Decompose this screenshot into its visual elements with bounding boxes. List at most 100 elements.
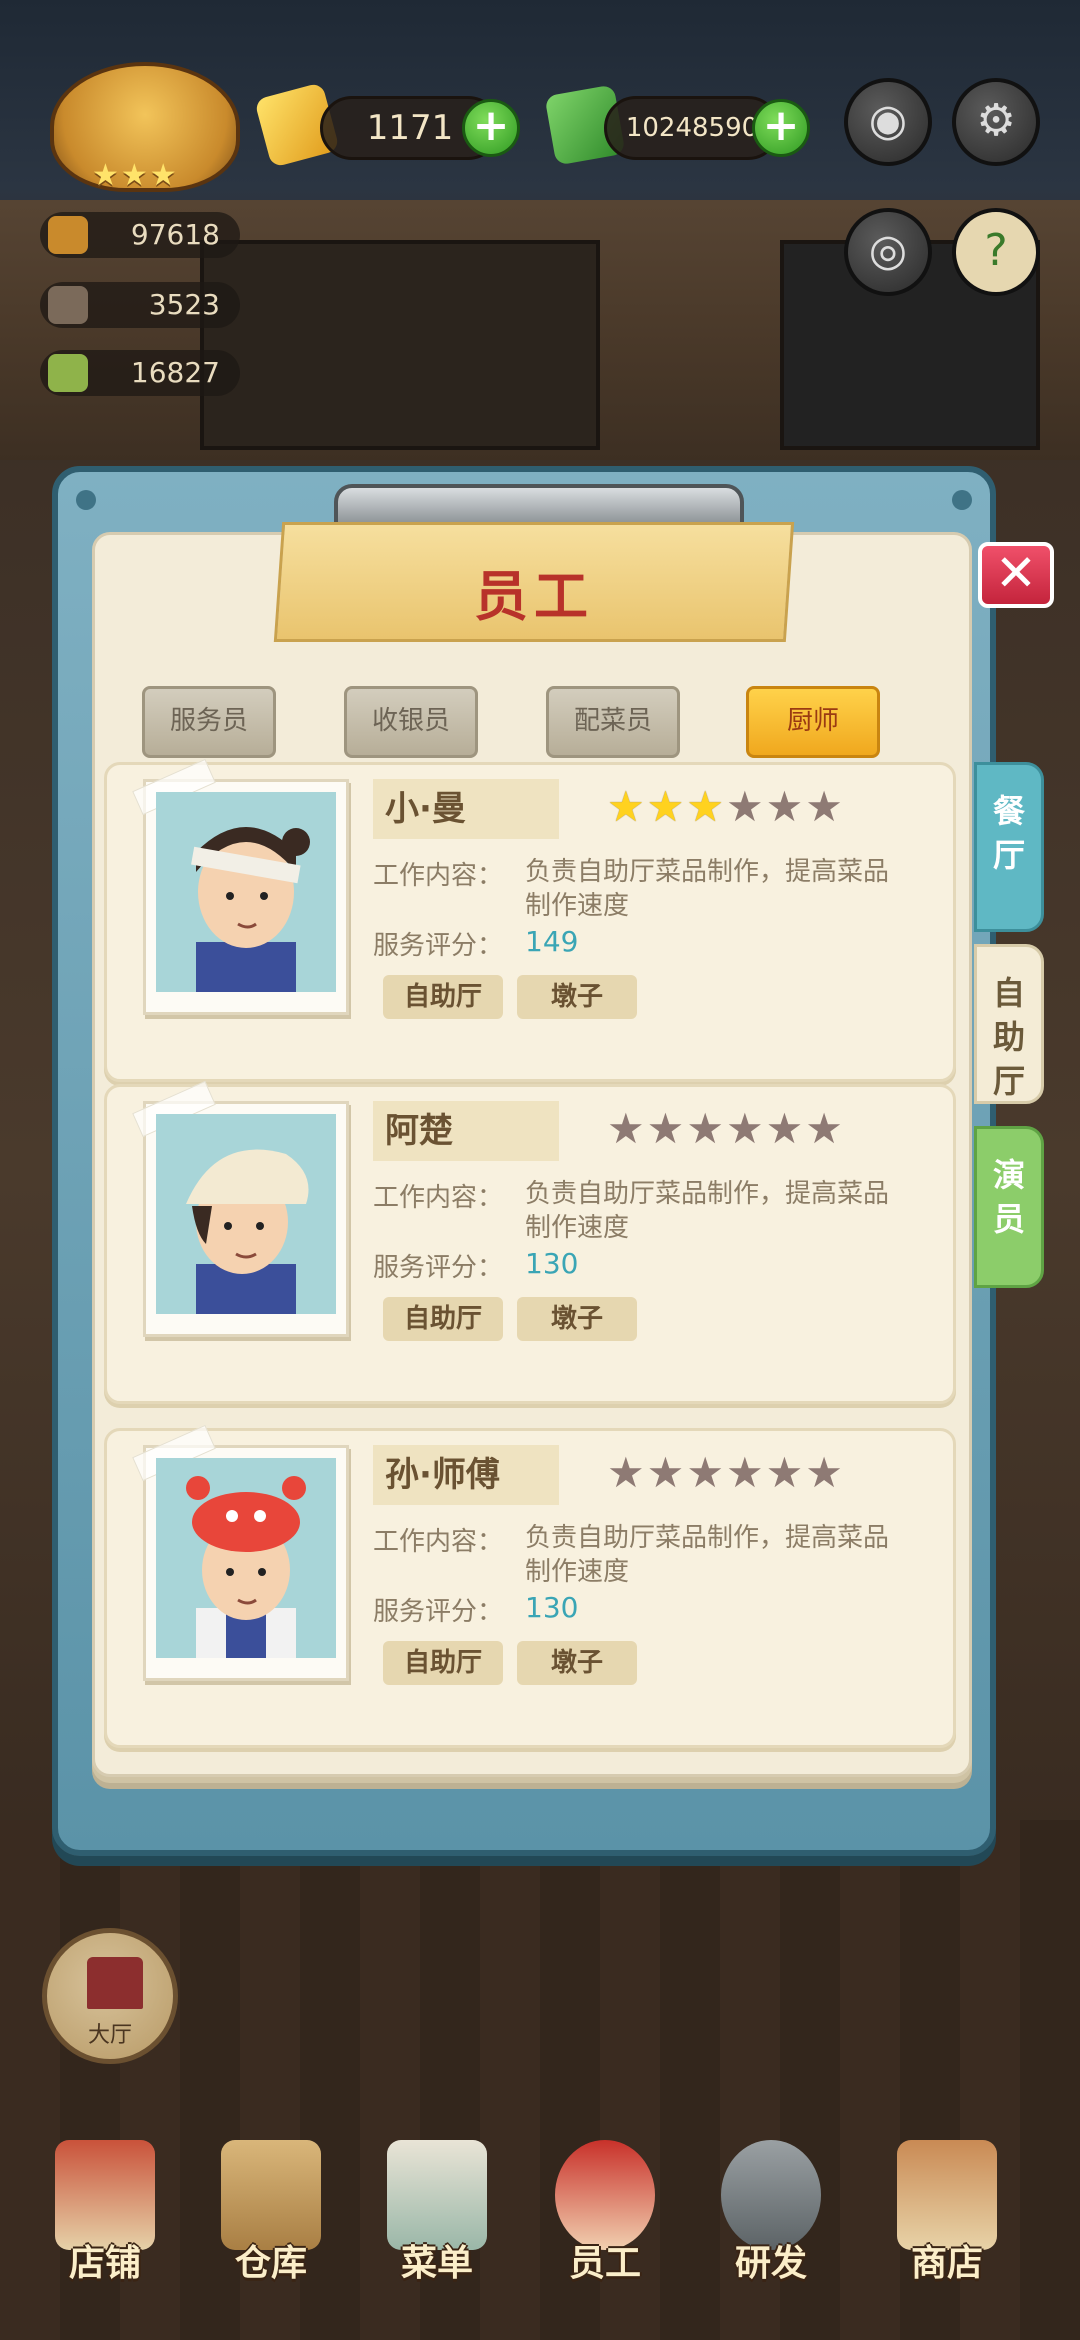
hall-button-label: 大厅 <box>87 2023 132 2048</box>
staff-tag-location: 自助厅 <box>383 1641 503 1685</box>
nav-menu[interactable]: 菜单 <box>362 2130 512 2330</box>
trophy-icon <box>48 216 88 254</box>
stat-value-3: 16827 <box>130 356 220 389</box>
nav-staff[interactable]: 员工 <box>530 2130 680 2330</box>
star-empty-icon: ★ <box>805 1448 845 1497</box>
panel-title: 员工 <box>474 565 594 628</box>
star-empty-icon: ★ <box>686 1104 726 1153</box>
staff-card[interactable]: 阿楚 ★★★★★★ 工作内容： 负责自助厅菜品制作，提高菜品制作速度 服务评分：… <box>104 1080 956 1404</box>
star-empty-icon: ★ <box>686 1448 726 1497</box>
star-filled-icon: ★ <box>686 782 726 831</box>
staff-name: 阿楚 <box>373 1101 559 1161</box>
tab-prep-cook[interactable]: 配菜员 <box>546 686 680 758</box>
service-rating-value: 130 <box>525 1247 579 1280</box>
staff-tag-role: 墩子 <box>517 1297 637 1341</box>
help-book-icon[interactable]: ? <box>952 208 1040 296</box>
gear-icon[interactable]: ⚙ <box>952 78 1040 166</box>
service-rating-value: 149 <box>525 925 579 958</box>
side-tab-restaurant-label: 餐厅 <box>992 792 1025 874</box>
side-tab-performer[interactable]: 演员 <box>974 1126 1044 1288</box>
eye-icon[interactable]: ◎ <box>844 208 932 296</box>
stat-value-2: 3523 <box>148 288 220 321</box>
star-empty-icon: ★ <box>646 1104 687 1153</box>
service-rating-label: 服务评分： <box>373 1253 504 1283</box>
service-rating-label: 服务评分： <box>373 1597 504 1627</box>
board-corner <box>76 490 96 510</box>
staff-portrait <box>156 792 336 992</box>
staff-star-rating: ★★★★★★ <box>607 1105 845 1153</box>
star-empty-icon: ★ <box>607 1448 647 1497</box>
staff-photo-frame <box>132 1080 349 1337</box>
star-filled-icon: ★ <box>646 782 687 831</box>
side-tab-performer-label: 演员 <box>992 1156 1025 1238</box>
add-cash-button[interactable]: + <box>752 99 810 157</box>
staff-tag-location: 自助厅 <box>383 975 503 1019</box>
stat-row-3: 16827 <box>40 350 240 396</box>
dish-icon <box>48 286 88 324</box>
camera-icon[interactable]: ◉ <box>844 78 932 166</box>
stat-value-1: 97618 <box>130 218 220 251</box>
nav-shop-front[interactable]: 店铺 <box>30 2130 180 2330</box>
side-tab-buffet[interactable]: 自助厅 <box>974 944 1044 1104</box>
star-empty-icon: ★ <box>725 782 766 831</box>
house-icon <box>87 1957 143 2009</box>
stat-row-2: 3523 <box>40 282 240 328</box>
work-content-text: 负责自助厅菜品制作，提高菜品制作速度 <box>525 1523 890 1587</box>
star-empty-icon: ★ <box>646 1448 687 1497</box>
side-tab-buffet-label: 自助厅 <box>992 974 1025 1100</box>
ticket-icon <box>48 354 88 392</box>
staff-card[interactable]: 孙·师傅 ★★★★★★ 工作内容： 负责自助厅菜品制作，提高菜品制作速度 服务评… <box>104 1424 956 1748</box>
nav-label: 菜单 <box>400 2243 473 2284</box>
star-filled-icon: ★ <box>607 782 647 831</box>
service-rating-value: 130 <box>525 1591 579 1624</box>
star-empty-icon: ★ <box>765 782 806 831</box>
bottom-nav: 店铺 仓库 菜单 员工 研发 商店 <box>0 2130 1080 2340</box>
nav-label: 店铺 <box>68 2243 141 2284</box>
star-empty-icon: ★ <box>607 1104 647 1153</box>
badge-stars-icon: ★★★ <box>92 158 179 193</box>
bar-shelf <box>200 240 600 450</box>
nav-label: 商店 <box>910 2243 983 2284</box>
tab-chef[interactable]: 厨师 <box>746 686 880 758</box>
staff-portrait <box>156 1458 336 1658</box>
add-gems-button[interactable]: + <box>462 99 520 157</box>
staff-star-rating: ★★★★★★ <box>607 1449 845 1497</box>
star-empty-icon: ★ <box>725 1104 766 1153</box>
board-corner <box>952 490 972 510</box>
stat-row-1: 97618 <box>40 212 240 258</box>
star-empty-icon: ★ <box>725 1448 766 1497</box>
chef-portrait-icon <box>186 1149 309 1314</box>
close-button[interactable]: ✕ <box>978 542 1054 608</box>
staff-star-rating: ★★★★★★ <box>607 783 845 831</box>
staff-photo-frame <box>132 758 349 1015</box>
crab-hat-chef-portrait-icon <box>186 1476 306 1658</box>
work-content-text: 负责自助厅菜品制作，提高菜品制作速度 <box>525 857 890 921</box>
restaurant-level-badge[interactable]: ★★★ <box>50 62 240 193</box>
nav-label: 员工 <box>568 2243 641 2284</box>
staff-tag-location: 自助厅 <box>383 1297 503 1341</box>
side-tab-restaurant[interactable]: 餐厅 <box>974 762 1044 932</box>
tab-waiter[interactable]: 服务员 <box>142 686 276 758</box>
service-rating-label: 服务评分： <box>373 931 504 961</box>
work-content-label: 工作内容： <box>373 861 504 891</box>
nav-warehouse[interactable]: 仓库 <box>196 2130 346 2330</box>
star-empty-icon: ★ <box>765 1448 806 1497</box>
work-content-label: 工作内容： <box>373 1527 504 1557</box>
staff-name: 孙·师傅 <box>373 1445 559 1505</box>
nav-label: 仓库 <box>234 2243 307 2284</box>
nav-store[interactable]: 商店 <box>872 2130 1022 2330</box>
work-content-label: 工作内容： <box>373 1183 504 1213</box>
chef-portrait-icon <box>191 827 310 992</box>
staff-name: 小·曼 <box>373 779 559 839</box>
staff-card[interactable]: 小·曼 ★★★★★★ 工作内容： 负责自助厅菜品制作，提高菜品制作速度 服务评分… <box>104 758 956 1082</box>
staff-portrait <box>156 1114 336 1314</box>
nav-label: 研发 <box>734 2243 807 2284</box>
work-content-text: 负责自助厅菜品制作，提高菜品制作速度 <box>525 1179 890 1243</box>
star-empty-icon: ★ <box>765 1104 806 1153</box>
nav-research[interactable]: 研发 <box>696 2130 846 2330</box>
tab-cashier[interactable]: 收银员 <box>344 686 478 758</box>
staff-tag-role: 墩子 <box>517 1641 637 1685</box>
staff-photo-frame <box>132 1424 349 1681</box>
hall-button[interactable]: 大厅 <box>42 1928 178 2064</box>
star-empty-icon: ★ <box>805 782 845 831</box>
